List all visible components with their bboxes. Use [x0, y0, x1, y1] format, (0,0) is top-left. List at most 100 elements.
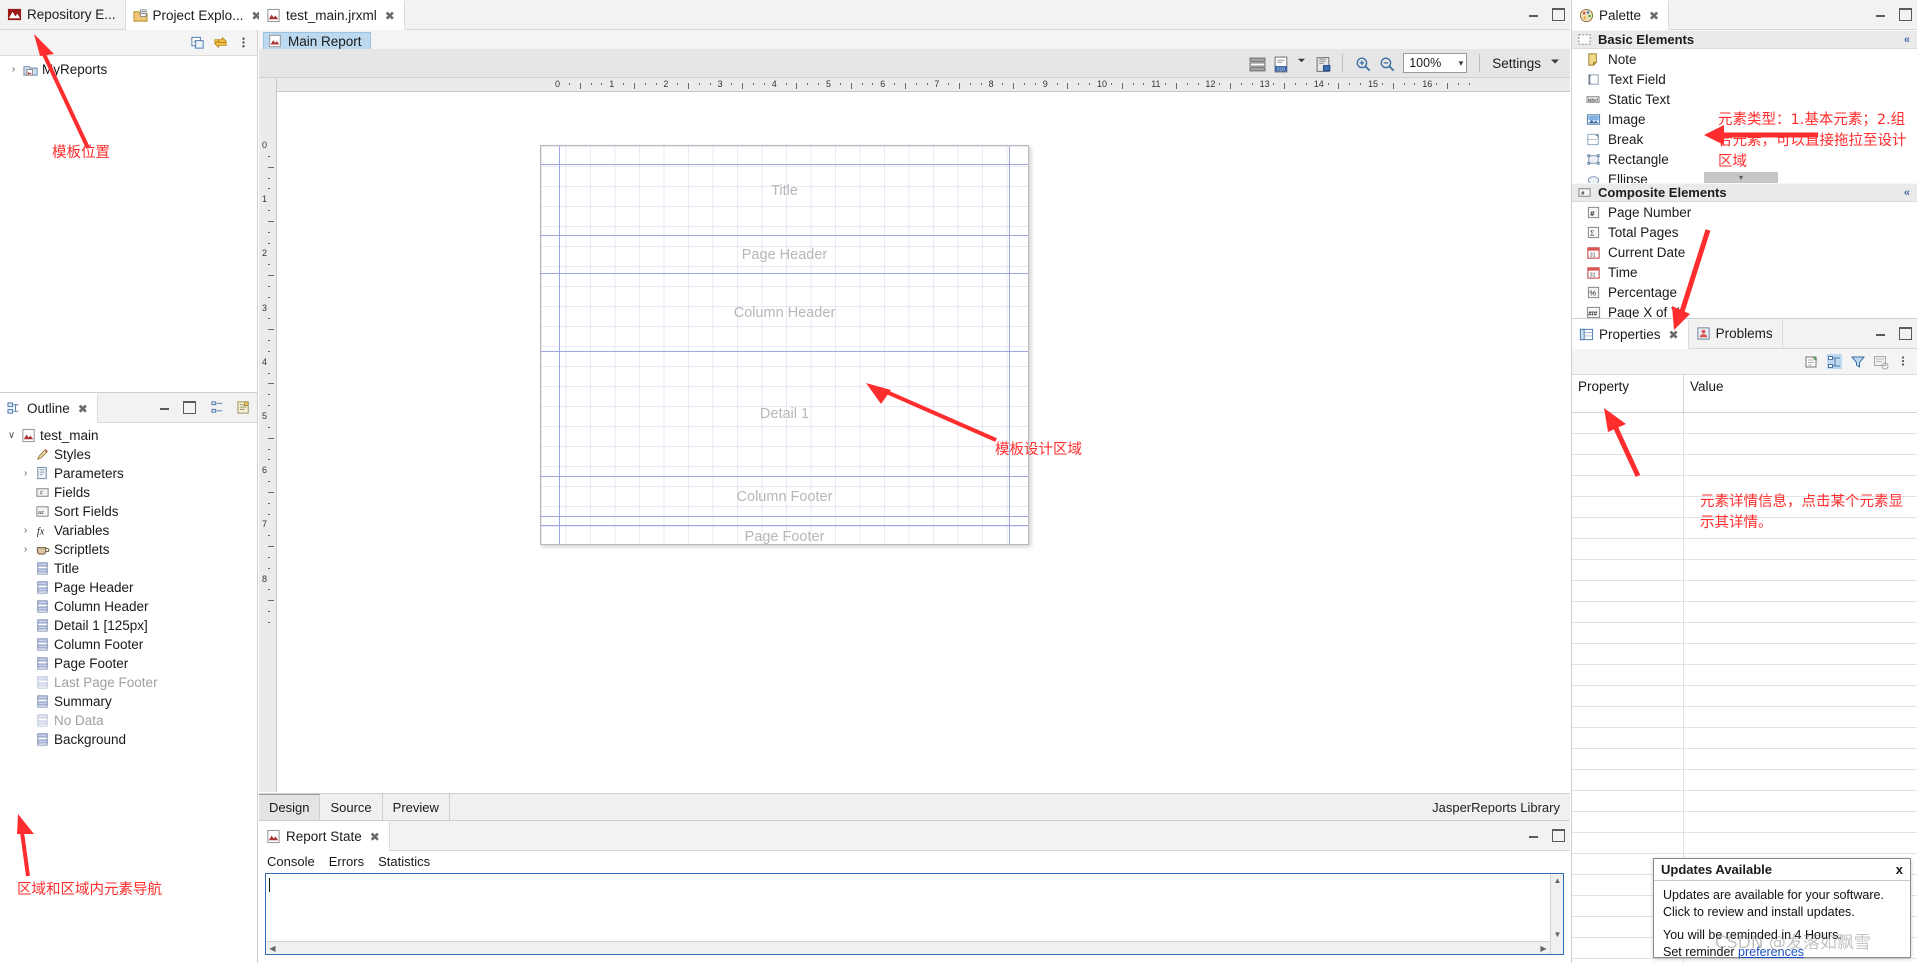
dropdown-caret-icon[interactable] — [1297, 56, 1306, 71]
chevron-right-icon[interactable]: › — [20, 544, 31, 555]
chevron-down-icon[interactable]: ∨ — [6, 430, 17, 441]
property-value-cell[interactable] — [1684, 770, 1917, 790]
properties-row[interactable] — [1572, 602, 1917, 623]
properties-row[interactable] — [1572, 539, 1917, 560]
palette-item[interactable]: # Page Number — [1572, 202, 1917, 222]
minimize-button[interactable] — [1875, 7, 1888, 20]
properties-row[interactable] — [1572, 665, 1917, 686]
maximize-button[interactable] — [1551, 828, 1565, 842]
zoom-in-icon[interactable] — [1355, 56, 1371, 71]
link-with-editor-icon[interactable] — [213, 35, 228, 50]
tab-report-state[interactable]: Report State ✖ — [259, 821, 390, 851]
report-band[interactable]: Detail 1 — [541, 352, 1028, 477]
minimize-button[interactable] — [159, 400, 172, 413]
property-value-cell[interactable] — [1684, 665, 1917, 685]
minimize-button[interactable] — [1528, 828, 1541, 841]
categories-icon[interactable] — [1827, 354, 1842, 369]
properties-row[interactable] — [1572, 833, 1917, 854]
property-value-cell[interactable] — [1684, 602, 1917, 622]
chevron-right-icon[interactable]: › — [8, 64, 19, 75]
property-value-cell[interactable] — [1684, 455, 1917, 475]
palette-item[interactable]: Text Field — [1572, 69, 1917, 89]
palette-body[interactable]: Basic Elements « Note Text Field label Static… — [1572, 30, 1917, 318]
maximize-button[interactable] — [1898, 326, 1912, 340]
palette-item[interactable]: #/# Page X of Y — [1572, 302, 1917, 318]
properties-row[interactable] — [1572, 644, 1917, 665]
palette-item[interactable]: % Percentage — [1572, 282, 1917, 302]
maximize-button[interactable] — [1551, 7, 1565, 21]
collapse-section-icon[interactable]: « — [1904, 187, 1910, 199]
properties-row[interactable] — [1572, 728, 1917, 749]
property-value-cell[interactable] — [1684, 812, 1917, 832]
property-value-cell[interactable] — [1684, 728, 1917, 748]
outline-item[interactable]: Column Header — [0, 597, 257, 616]
properties-row[interactable] — [1572, 434, 1917, 455]
tab-outline[interactable]: Outline ✖ — [0, 393, 98, 423]
scroll-right-icon[interactable]: ▶ — [1537, 942, 1550, 955]
scroll-up-icon[interactable]: ▲ — [1551, 874, 1564, 887]
outline-item[interactable]: › fx Variables — [0, 521, 257, 540]
properties-row[interactable] — [1572, 623, 1917, 644]
tab-design[interactable]: Design — [259, 794, 321, 820]
outline-item[interactable]: Detail 1 [125px] — [0, 616, 257, 635]
outline-item[interactable]: No Data — [0, 711, 257, 730]
properties-row[interactable] — [1572, 770, 1917, 791]
property-value-cell[interactable] — [1684, 707, 1917, 727]
properties-row[interactable] — [1572, 413, 1917, 434]
chevron-down-icon[interactable] — [1550, 56, 1560, 71]
close-icon[interactable]: ✖ — [1669, 328, 1679, 342]
save-style-icon[interactable] — [1315, 56, 1331, 72]
subtab-errors[interactable]: Errors — [329, 854, 364, 869]
sort-tree-icon[interactable] — [211, 400, 226, 415]
tab-problems[interactable]: Problems — [1688, 319, 1783, 348]
outline-item[interactable]: › Scriptlets — [0, 540, 257, 559]
property-value-cell[interactable] — [1684, 434, 1917, 454]
palette-item[interactable]: 31 Time — [1572, 262, 1917, 282]
properties-row[interactable] — [1572, 791, 1917, 812]
collapse-section-icon[interactable]: « — [1904, 34, 1910, 46]
console-vertical-scrollbar[interactable]: ▲ ▼ — [1550, 874, 1563, 954]
tree-item-myreports[interactable]: › MyReports — [0, 60, 257, 79]
property-value-cell[interactable] — [1684, 539, 1917, 559]
outline-item[interactable]: Summary — [0, 692, 257, 711]
palette-item[interactable]: 31 Current Date — [1572, 242, 1917, 262]
property-value-cell[interactable] — [1684, 623, 1917, 643]
palette-item[interactable]: Σ Total Pages — [1572, 222, 1917, 242]
dataset-icon[interactable]: 010 — [1273, 56, 1288, 72]
outline-item[interactable]: Styles — [0, 445, 257, 464]
property-value-cell[interactable] — [1684, 644, 1917, 664]
zoom-level-select[interactable]: 100% ▾ — [1403, 53, 1468, 73]
restore-defaults-icon[interactable] — [1873, 354, 1889, 370]
outline-item[interactable]: Title — [0, 559, 257, 578]
chevron-down-icon[interactable]: ▾ — [1459, 58, 1464, 69]
report-band[interactable]: Column Header — [541, 274, 1028, 352]
properties-row[interactable] — [1572, 707, 1917, 728]
outline-item[interactable]: # Fields — [0, 483, 257, 502]
outline-item[interactable]: Page Footer — [0, 654, 257, 673]
chevron-right-icon[interactable]: › — [20, 525, 31, 536]
palette-item[interactable]: Note — [1572, 49, 1917, 69]
design-canvas[interactable]: 0 1 2 3 4 5 6 7 8 9 10 11 12 13 14 15 16 012345678 Title… — [259, 78, 1570, 792]
property-value-cell[interactable] — [1684, 686, 1917, 706]
minimize-button[interactable] — [1528, 7, 1541, 20]
subtab-console[interactable]: Console — [267, 854, 315, 869]
tab-test-main-jrxml[interactable]: test_main.jrxml ✖ — [259, 0, 405, 30]
maximize-button[interactable] — [182, 400, 196, 414]
scroll-down-icon[interactable]: ▼ — [1551, 928, 1564, 941]
tab-project-explorer[interactable]: Project Explo... ✖ — [125, 0, 272, 30]
outline-item[interactable]: Page Header — [0, 578, 257, 597]
property-value-cell[interactable] — [1684, 791, 1917, 811]
tab-preview[interactable]: Preview — [382, 794, 450, 820]
subtab-statistics[interactable]: Statistics — [378, 854, 430, 869]
property-value-cell[interactable] — [1684, 749, 1917, 769]
filter-icon[interactable] — [1850, 354, 1866, 369]
properties-row[interactable] — [1572, 812, 1917, 833]
report-band[interactable]: Column Footer — [541, 477, 1028, 517]
palette-scroll-down[interactable]: ▾ — [1704, 172, 1778, 183]
tab-palette[interactable]: Palette ✖ — [1572, 0, 1670, 30]
outline-item[interactable]: ∨ test_main — [0, 426, 257, 445]
report-page[interactable]: Title Page Header Column Header Detail 1 Col… — [540, 145, 1029, 545]
outline-item[interactable]: az Sort Fields — [0, 502, 257, 521]
property-value-cell[interactable] — [1684, 560, 1917, 580]
outline-item[interactable]: Last Page Footer — [0, 673, 257, 692]
